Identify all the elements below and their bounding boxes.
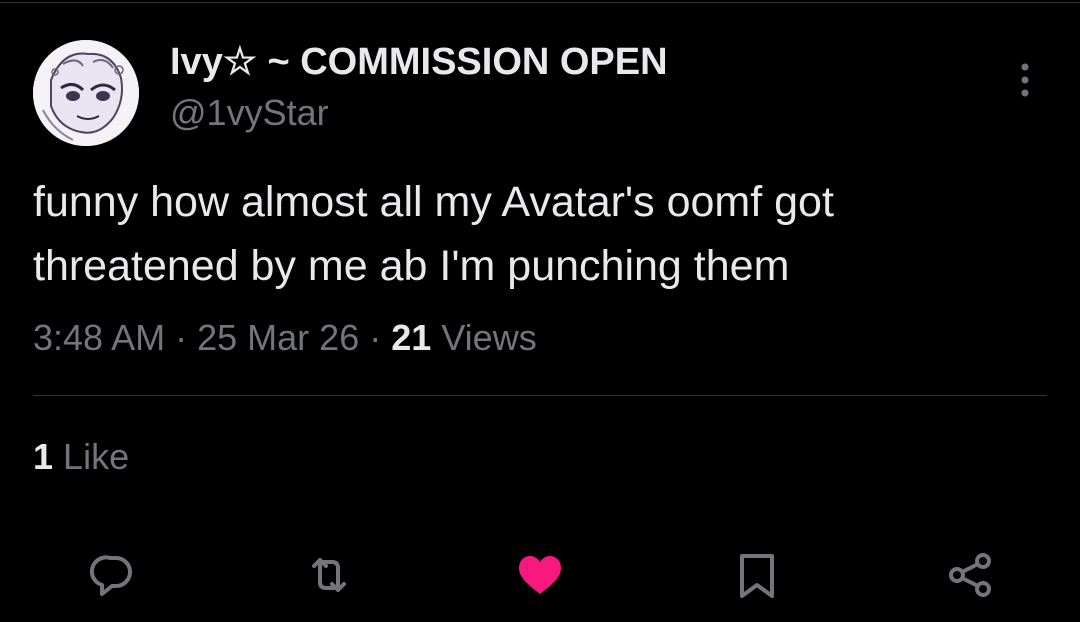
views-label: Views (441, 317, 537, 358)
likes-summary[interactable]: 1 Like (33, 434, 129, 480)
avatar[interactable] (33, 40, 139, 146)
heart-icon[interactable] (515, 550, 565, 600)
author-handle[interactable]: @1vyStar (170, 91, 329, 135)
meta-separator: · (175, 317, 188, 358)
views-count: 21 (391, 317, 432, 358)
reply-icon[interactable] (88, 550, 138, 600)
avatar-drawing (33, 40, 139, 146)
more-vertical-icon[interactable] (1010, 60, 1040, 100)
tweet-meta: 3:48 AM · 25 Mar 26 · 21 Views (33, 314, 537, 362)
like-count: 1 (33, 436, 54, 477)
meta-separator: · (369, 317, 382, 358)
top-divider (0, 2, 1080, 3)
bookmark-icon[interactable] (732, 550, 782, 600)
engagement-divider (33, 395, 1047, 396)
retweet-icon[interactable] (304, 550, 354, 600)
tweet-time[interactable]: 3:48 AM (33, 317, 165, 358)
tweet-date[interactable]: 25 Mar 26 (197, 317, 359, 358)
share-icon[interactable] (945, 550, 995, 600)
tweet-text: funny how almost all my Avatar's oomf go… (33, 178, 834, 290)
author-display-name[interactable]: Ivy☆ ~ COMMISSION OPEN (170, 39, 668, 85)
like-label: Like (63, 436, 130, 477)
